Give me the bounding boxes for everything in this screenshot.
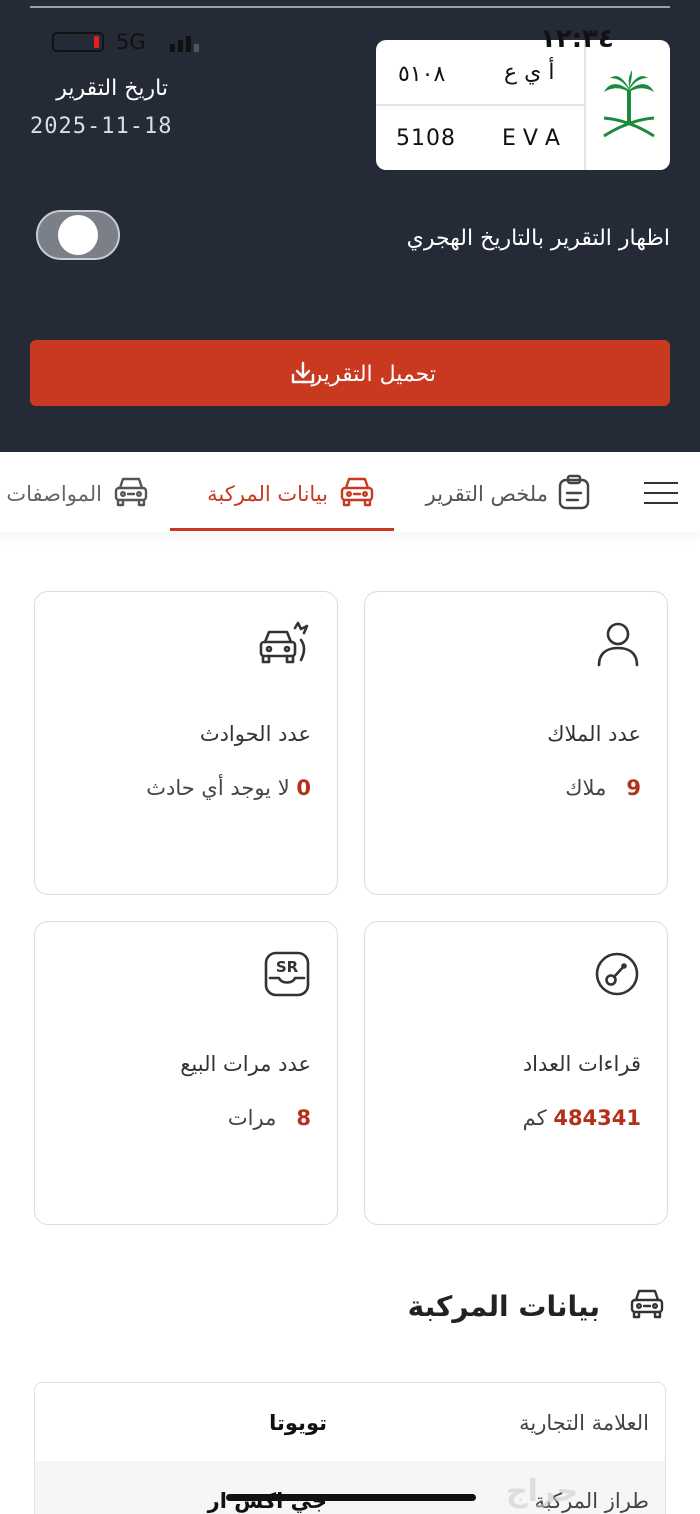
plate-en-letters: E V A xyxy=(502,126,560,151)
owners-card: عدد الملاك 9 ملاك xyxy=(364,591,668,895)
vehicle-section-title: بيانات المركبة xyxy=(407,1290,600,1323)
row-key: العلامة التجارية xyxy=(519,1411,649,1435)
download-report-button[interactable]: تحميل التقرير xyxy=(30,340,670,406)
clipboard-icon xyxy=(556,474,592,516)
active-tab-indicator xyxy=(170,528,394,531)
download-icon xyxy=(289,360,317,390)
menu-icon[interactable] xyxy=(644,482,678,504)
odometer-title: قراءات العداد xyxy=(522,1052,641,1076)
report-date-value: 2025-11-18 xyxy=(30,114,173,139)
saudi-emblem-icon xyxy=(584,40,670,170)
hijri-date-toggle[interactable] xyxy=(36,210,120,260)
home-indicator[interactable] xyxy=(226,1494,476,1501)
car-crash-icon xyxy=(257,620,311,672)
odometer-card: قراءات العداد 484341 كم xyxy=(364,921,668,1225)
status-time: ١٢:٣٤ xyxy=(540,24,614,54)
owners-title: عدد الملاك xyxy=(547,722,641,746)
accidents-value: 0 لا يوجد أي حادث xyxy=(146,776,311,800)
signal-icon xyxy=(170,34,200,52)
license-plate: ٥١٠٨ أ ي ع 5108 E V A xyxy=(376,40,670,170)
plate-en-digits: 5108 xyxy=(396,126,456,151)
odometer-value: 484341 كم xyxy=(522,1106,641,1130)
plate-ar-digits: ٥١٠٨ xyxy=(398,62,446,87)
car-icon xyxy=(338,474,376,514)
battery-icon xyxy=(52,32,104,52)
svg-text:SR: SR xyxy=(276,958,299,976)
car-icon xyxy=(112,474,150,514)
sales-value: 8 مرات xyxy=(227,1106,311,1130)
tab-specifications-label: المواصفات xyxy=(6,482,102,506)
report-header: 5G تاريخ التقرير 2025-11-18 ٥١٠٨ أ ي ع 5… xyxy=(0,0,700,452)
header-divider xyxy=(30,6,670,8)
plate-ar-letters: أ ي ع xyxy=(504,60,555,85)
owners-value: 9 ملاك xyxy=(565,776,641,800)
haraj-watermark: حراج xyxy=(506,1474,579,1509)
sr-sale-icon: SR xyxy=(263,950,311,1002)
hijri-toggle-label: اظهار التقرير بالتاريخ الهجري xyxy=(406,226,670,251)
table-row: العلامة التجارية تويوتا xyxy=(35,1383,665,1461)
tab-report-summary-label: ملخص التقرير xyxy=(425,482,548,506)
network-indicator: 5G xyxy=(116,30,146,54)
odometer-icon xyxy=(593,950,641,1002)
sales-card: SR عدد مرات البيع 8 مرات xyxy=(34,921,338,1225)
accidents-card: عدد الحوادث 0 لا يوجد أي حادث xyxy=(34,591,338,895)
row-value: جي اكس ار xyxy=(207,1489,327,1513)
sales-title: عدد مرات البيع xyxy=(180,1052,311,1076)
tab-vehicle-data-label: بيانات المركبة xyxy=(207,482,328,506)
user-icon xyxy=(595,620,641,672)
report-tabs: ملخص التقرير بيانات المركبة المواصفات xyxy=(0,452,700,532)
report-date-label: تاريخ التقرير xyxy=(56,76,168,101)
row-value: تويوتا xyxy=(269,1411,327,1435)
download-report-label: تحميل التقرير xyxy=(311,362,436,387)
accidents-title: عدد الحوادث xyxy=(199,722,311,746)
car-icon xyxy=(628,1286,666,1326)
